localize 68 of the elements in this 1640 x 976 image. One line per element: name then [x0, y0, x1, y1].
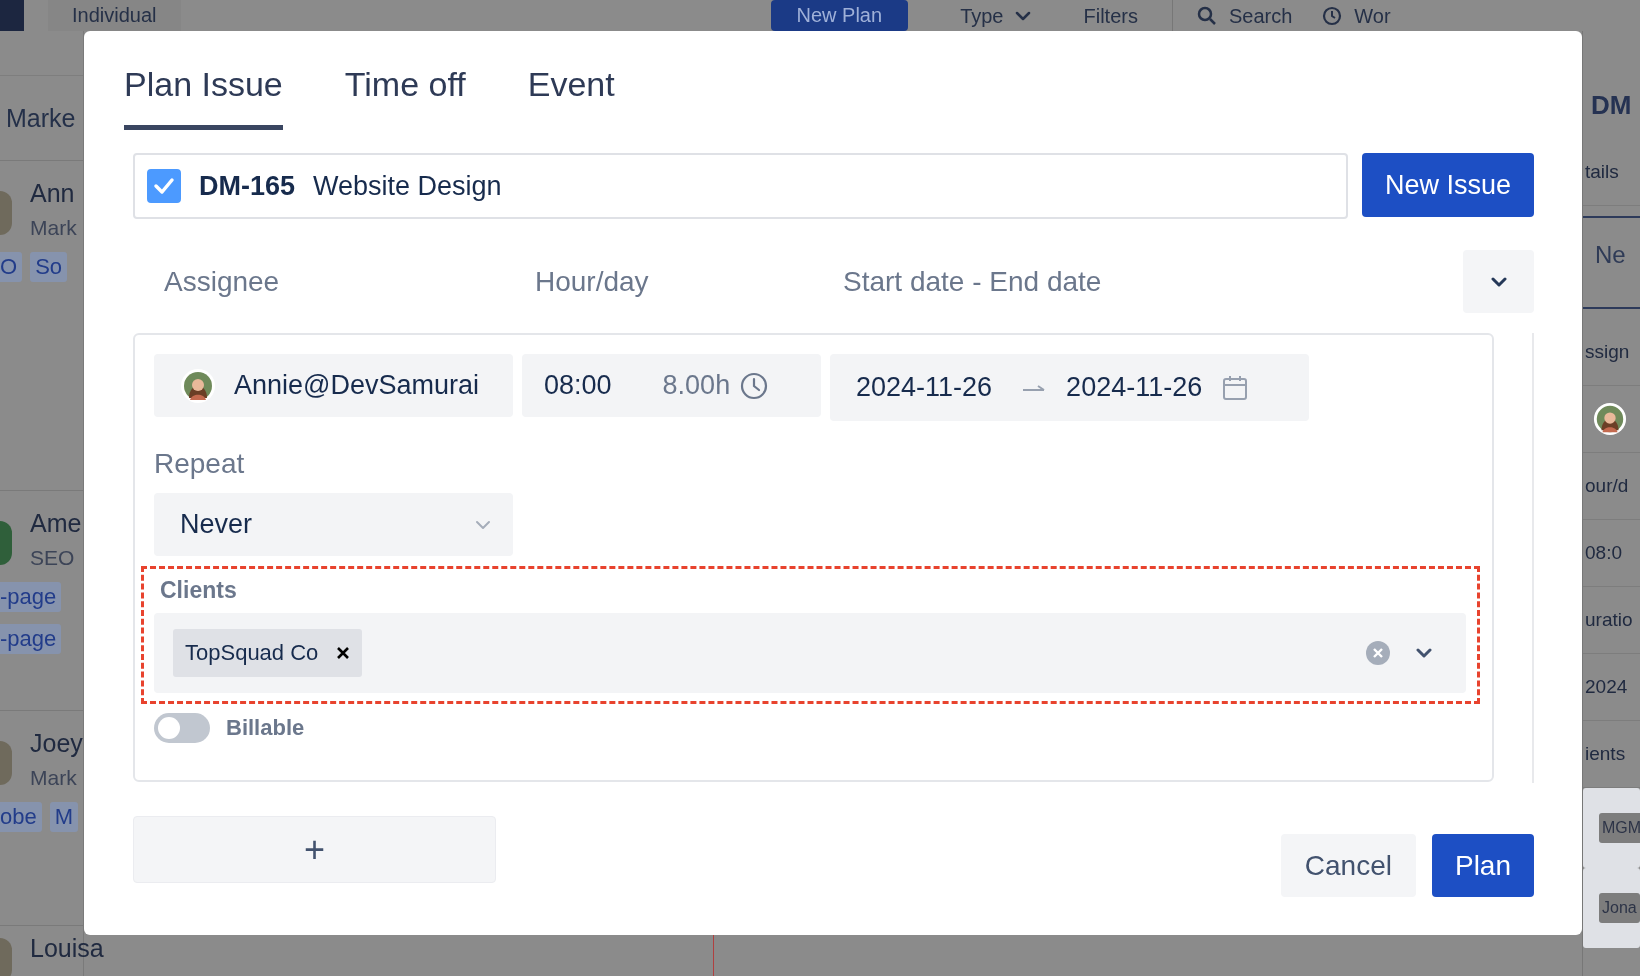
issue-field[interactable]: DM-165 Website Design [133, 153, 1348, 219]
caret-icon [1015, 10, 1032, 21]
tab[interactable]: Plan Issue [124, 59, 283, 130]
clock-icon [1322, 5, 1343, 26]
column-header: Assignee [164, 265, 281, 298]
search-icon [1196, 5, 1217, 26]
field-label: ients [1585, 743, 1626, 765]
tag: So [30, 252, 68, 282]
filters-button[interactable]: Filters [1083, 3, 1138, 28]
client-chip: TopSquad Co [173, 629, 363, 677]
tab[interactable]: Event [527, 59, 615, 130]
client-chip: MGM [1599, 813, 1640, 843]
group-header: Marke [0, 75, 83, 161]
type-filter[interactable]: Type [960, 3, 1004, 28]
billable-label: Billable [226, 715, 305, 741]
field-label: ssign [1585, 341, 1630, 363]
tag: O [0, 252, 23, 282]
field-label: uratio [1585, 609, 1633, 631]
billable-toggle[interactable] [154, 713, 210, 743]
checkmark-icon [153, 177, 175, 195]
tag: M [49, 802, 79, 832]
calendar-icon [1222, 374, 1249, 401]
checkbox[interactable] [147, 169, 181, 203]
tag: -page [0, 582, 62, 612]
issue-key: DM-165 [199, 170, 296, 202]
field-value: 08:0 [1585, 542, 1622, 564]
clients-label: Clients [160, 577, 238, 604]
repeat-label: Repeat [154, 448, 246, 480]
person-name: Louisa [30, 934, 104, 962]
person-name: Joey [30, 729, 83, 758]
clock-icon [740, 371, 769, 400]
chevron-down-icon [1416, 648, 1432, 658]
client-chip: Jona [1599, 893, 1640, 923]
repeat-select[interactable]: Never [154, 493, 513, 556]
add-button[interactable]: + [133, 816, 496, 883]
date-range-field[interactable]: 2024-11-26 2024-11-26 [830, 354, 1309, 421]
cancel-button[interactable]: Cancel [1280, 834, 1416, 897]
assignee-field[interactable]: Annie@DevSamurai [154, 354, 513, 417]
menu-tile[interactable] [0, 0, 24, 31]
field-label: tails [1585, 161, 1619, 183]
clear-icon[interactable] [1366, 641, 1390, 665]
chevron-down-icon [475, 519, 491, 530]
new-plan-button[interactable]: New Plan [770, 0, 909, 31]
person-role: SEO [30, 546, 76, 570]
person-name: Ann [30, 179, 76, 208]
person-name: Ame [30, 509, 83, 538]
column-header: Hour/day [535, 265, 650, 298]
tab[interactable]: Time off [344, 59, 466, 130]
tag: -page [0, 624, 62, 654]
field-label: our/d [1585, 475, 1629, 497]
remove-icon[interactable] [336, 646, 351, 660]
hours-field[interactable]: 08:00 8.00h [522, 354, 821, 417]
chevron-down-icon [1490, 276, 1507, 287]
panel-title: DM [1591, 89, 1632, 121]
tag: obe [0, 802, 42, 832]
issue-summary: Website Design [313, 170, 502, 202]
view-selector[interactable]: Individual [48, 0, 181, 31]
plan-button[interactable]: Plan [1431, 834, 1534, 897]
work-button[interactable]: Wor [1354, 3, 1391, 28]
clients-select[interactable]: TopSquad Co [154, 613, 1466, 693]
person-role: Mark [30, 216, 78, 240]
search-button[interactable]: Search [1228, 3, 1293, 28]
column-header: Start date - End date [843, 265, 1102, 298]
field-value: 2024 [1585, 676, 1628, 698]
person-role: Mark [30, 766, 78, 790]
total-hours: 8.00h [662, 370, 731, 401]
arrow-icon [1022, 382, 1047, 393]
new-issue-button[interactable]: New Issue [1361, 153, 1534, 217]
